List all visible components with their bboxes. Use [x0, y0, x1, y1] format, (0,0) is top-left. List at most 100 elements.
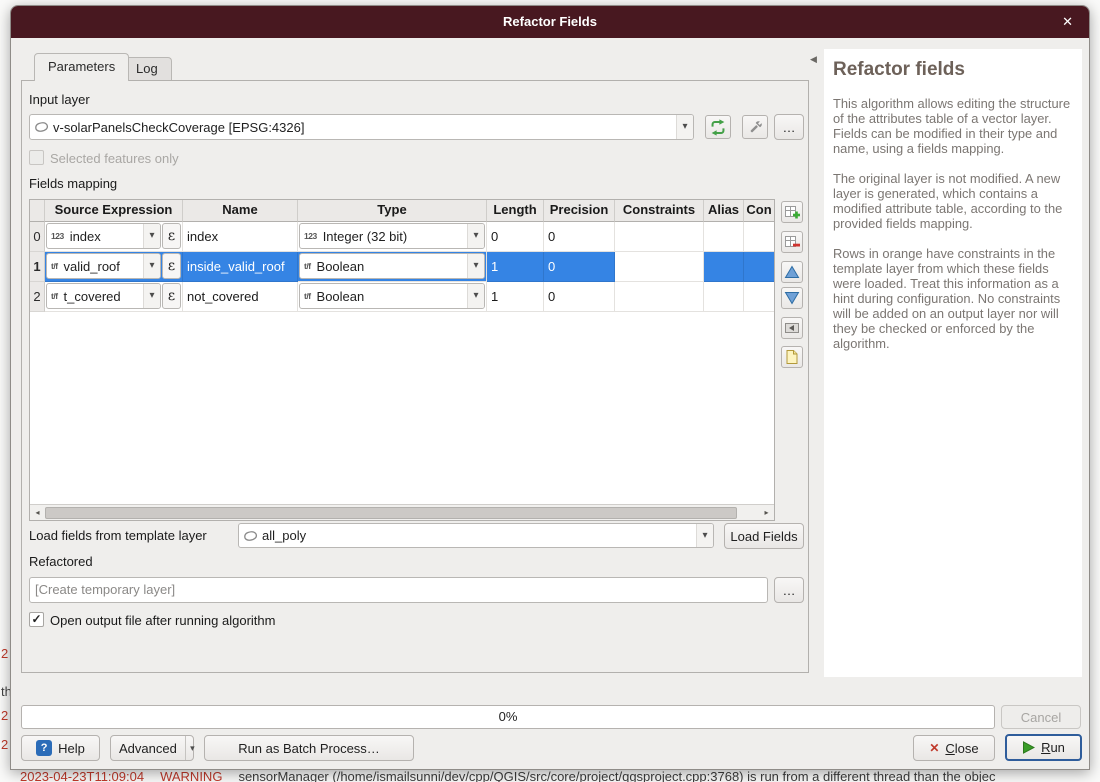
- field-alias-cell[interactable]: [704, 252, 744, 282]
- field-name-cell[interactable]: index: [183, 222, 298, 252]
- field-comment-cell[interactable]: [744, 222, 774, 252]
- expression-builder-button[interactable]: ε: [162, 253, 181, 279]
- source-expression-value: t_covered: [60, 289, 143, 304]
- help-paragraph: Rows in orange have constraints in the t…: [833, 247, 1074, 352]
- move-field-down-button[interactable]: [781, 287, 803, 309]
- field-name-cell[interactable]: inside_valid_roof: [183, 252, 298, 282]
- close-label: Close: [945, 741, 978, 756]
- template-layer-combo[interactable]: all_poly ▾: [238, 523, 714, 548]
- scroll-right-icon[interactable]: ▸: [759, 508, 774, 517]
- field-precision-cell[interactable]: 0: [544, 222, 615, 252]
- field-name-cell[interactable]: not_covered: [183, 282, 298, 312]
- reset-fields-icon: [784, 321, 800, 335]
- boolean-type-icon: t/f: [300, 261, 313, 271]
- field-constraints-cell[interactable]: [615, 252, 704, 282]
- move-field-up-button[interactable]: [781, 261, 803, 283]
- field-type-combo[interactable]: t/f Boolean ▾: [299, 283, 485, 309]
- advanced-options-button[interactable]: [742, 115, 768, 139]
- field-row-2[interactable]: 2 t/f t_covered ▾ ε not_covered t/f Bool…: [30, 282, 774, 312]
- field-comment-cell[interactable]: [744, 282, 774, 312]
- run-button[interactable]: Run: [1005, 734, 1082, 761]
- output-path-input[interactable]: [Create temporary layer]: [29, 577, 768, 603]
- source-expression-combo[interactable]: t/f valid_roof ▾: [46, 253, 161, 279]
- run-as-batch-label: Run as Batch Process…: [238, 741, 380, 756]
- tab-parameters-label: Parameters: [48, 59, 115, 74]
- integer-type-icon: 123: [300, 231, 319, 241]
- open-file-button[interactable]: [781, 346, 803, 368]
- advanced-label: Advanced: [119, 741, 177, 756]
- source-expression-combo[interactable]: 123 index ▾: [46, 223, 161, 249]
- tab-parameters[interactable]: Parameters: [34, 53, 129, 81]
- source-expression-cell: t/f t_covered ▾ ε: [45, 282, 183, 312]
- row-number-cell[interactable]: 1: [30, 252, 45, 282]
- delete-field-icon: [784, 234, 800, 250]
- selected-features-checkbox[interactable]: [29, 150, 44, 165]
- field-type-combo[interactable]: t/f Boolean ▾: [299, 253, 485, 279]
- field-row-0[interactable]: 0 123 index ▾ ε index 123 Integer (32 bi…: [30, 222, 774, 252]
- field-length-cell[interactable]: 1: [487, 282, 544, 312]
- selected-features-label: Selected features only: [50, 151, 179, 166]
- ellipsis-icon: …: [783, 120, 796, 135]
- iterate-over-layer-button[interactable]: [705, 115, 731, 139]
- close-icon[interactable]: ✕: [1062, 6, 1073, 38]
- field-type-cell: t/f Boolean ▾: [298, 282, 487, 312]
- integer-type-icon: 123: [47, 231, 66, 241]
- help-button[interactable]: ? Help: [21, 735, 100, 761]
- chevron-down-icon: ▾: [467, 284, 484, 308]
- reset-fields-button[interactable]: [781, 317, 803, 339]
- iterate-icon: [708, 119, 728, 136]
- col-source-expression: Source Expression: [45, 200, 183, 222]
- chevron-down-icon: ▾: [696, 524, 713, 547]
- input-layer-combo[interactable]: v-solarPanelsCheckCoverage [EPSG:4326] ▾: [29, 114, 694, 140]
- load-fields-button[interactable]: Load Fields: [724, 523, 804, 549]
- field-precision-cell[interactable]: 0: [544, 252, 615, 282]
- template-layer-label: Load fields from template layer: [29, 528, 207, 543]
- output-path-value: [Create temporary layer]: [35, 582, 175, 597]
- dialog-titlebar[interactable]: Refactor Fields ✕: [11, 6, 1089, 38]
- scroll-left-icon[interactable]: ◂: [30, 508, 45, 517]
- boolean-type-icon: t/f: [47, 261, 60, 271]
- col-length: Length: [487, 200, 544, 222]
- field-comment-cell[interactable]: [744, 252, 774, 282]
- close-red-x-icon: ✕: [929, 741, 939, 755]
- field-length-cell[interactable]: 0: [487, 222, 544, 252]
- parameters-panel: Input layer v-solarPanelsCheckCoverage […: [21, 80, 809, 673]
- advanced-button[interactable]: Advanced ▾: [110, 735, 194, 761]
- field-constraints-cell[interactable]: [615, 222, 704, 252]
- source-expression-value: valid_roof: [60, 259, 143, 274]
- source-expression-combo[interactable]: t/f t_covered ▾: [46, 283, 161, 309]
- chevron-down-icon: ▾: [143, 284, 160, 308]
- boolean-type-icon: t/f: [300, 291, 313, 301]
- field-constraints-cell[interactable]: [615, 282, 704, 312]
- field-type-combo[interactable]: 123 Integer (32 bit) ▾: [299, 223, 485, 249]
- field-alias-cell[interactable]: [704, 222, 744, 252]
- cancel-button[interactable]: Cancel: [1001, 705, 1081, 729]
- field-type-value: Boolean: [313, 259, 467, 274]
- field-precision-cell[interactable]: 0: [544, 282, 615, 312]
- row-number-cell[interactable]: 0: [30, 222, 45, 252]
- input-layer-browse-button[interactable]: …: [774, 114, 804, 140]
- field-alias-cell[interactable]: [704, 282, 744, 312]
- close-button[interactable]: ✕ Close: [913, 735, 995, 761]
- expression-builder-button[interactable]: ε: [162, 223, 181, 249]
- field-length-cell[interactable]: 1: [487, 252, 544, 282]
- arrow-up-icon: [784, 265, 800, 279]
- scrollbar-thumb[interactable]: [45, 507, 737, 519]
- open-output-checkbox[interactable]: ✓: [29, 612, 44, 627]
- tab-log[interactable]: Log: [122, 57, 172, 81]
- field-row-1[interactable]: 1 t/f valid_roof ▾ ε inside_valid_roof t…: [30, 252, 774, 282]
- chevron-down-icon: ▾: [467, 254, 484, 278]
- field-type-value: Boolean: [313, 289, 467, 304]
- progress-value: 0%: [499, 709, 518, 724]
- row-number-cell[interactable]: 2: [30, 282, 45, 312]
- expression-builder-button[interactable]: ε: [162, 283, 181, 309]
- add-field-button[interactable]: [781, 201, 803, 223]
- horizontal-scrollbar[interactable]: ◂ ▸: [30, 504, 774, 520]
- field-type-cell: t/f Boolean ▾: [298, 252, 487, 282]
- help-panel-collapse-icon[interactable]: ◀: [810, 54, 817, 65]
- delete-field-button[interactable]: [781, 231, 803, 253]
- run-as-batch-button[interactable]: Run as Batch Process…: [204, 735, 414, 761]
- fields-mapping-label: Fields mapping: [29, 176, 117, 191]
- chevron-down-icon: ▾: [143, 254, 160, 278]
- output-browse-button[interactable]: …: [774, 577, 804, 603]
